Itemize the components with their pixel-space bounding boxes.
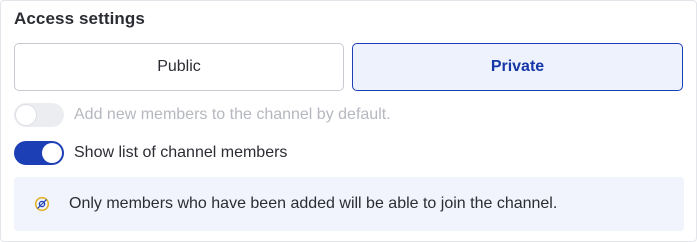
- access-public-button[interactable]: Public: [14, 43, 344, 91]
- show-members-label: Show list of channel members: [74, 144, 288, 161]
- info-icon: [34, 196, 50, 212]
- section-title: Access settings: [14, 9, 145, 28]
- add-members-default-row: Add new members to the channel by defaul…: [14, 102, 391, 128]
- toggle-knob: [16, 105, 36, 125]
- access-settings-panel: Access settings Public Private Add new m…: [0, 0, 697, 242]
- show-members-toggle[interactable]: [14, 141, 64, 165]
- notice-text: Only members who have been added will be…: [69, 195, 558, 212]
- toggle-knob: [42, 143, 62, 163]
- access-private-button[interactable]: Private: [352, 43, 683, 91]
- info-notice: Only members who have been added will be…: [14, 177, 684, 231]
- access-private-label: Private: [490, 58, 545, 75]
- add-members-default-label: Add new members to the channel by defaul…: [74, 106, 391, 123]
- access-public-label: Public: [157, 58, 201, 75]
- show-members-row: Show list of channel members: [14, 140, 287, 166]
- add-members-default-toggle[interactable]: [14, 103, 64, 127]
